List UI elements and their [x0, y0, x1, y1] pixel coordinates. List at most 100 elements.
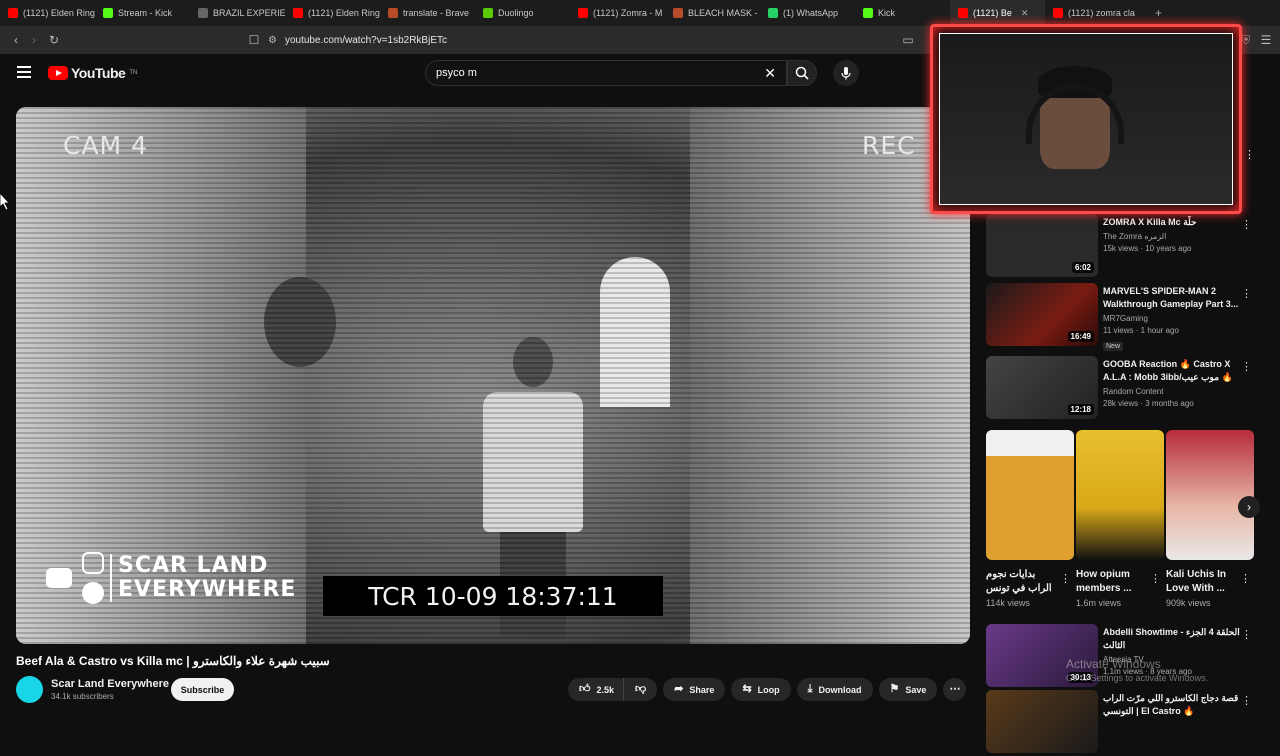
browser-tab[interactable]: (1121) Zomra - M: [570, 0, 665, 26]
browser-tab[interactable]: (1121) Elden Ring: [285, 0, 380, 26]
back-icon[interactable]: ‹: [6, 33, 26, 47]
download-button[interactable]: ⤓ Download: [796, 678, 873, 701]
recommendation-title[interactable]: GOOBA Reaction 🔥 Castro X A.L.A : Mobb 3…: [1103, 358, 1243, 384]
browser-tab[interactable]: (1121) Elden Ring: [0, 0, 95, 26]
share-button[interactable]: ➦ Share: [663, 678, 726, 701]
save-label: Save: [905, 684, 927, 695]
cast-icon[interactable]: ▭: [898, 33, 918, 47]
bookmark-icon[interactable]: ☐: [244, 33, 264, 47]
forward-icon[interactable]: ›: [24, 33, 44, 47]
recommendation-title[interactable]: Abdelli Showtime - الحلقة 4 الجزء الثالث: [1103, 626, 1243, 652]
more-vert-icon[interactable]: ⋮: [1060, 572, 1071, 585]
recommendation-thumbnail[interactable]: [986, 690, 1098, 753]
save-button[interactable]: ⚑ Save: [878, 678, 938, 701]
channel-name[interactable]: Scar Land Everywhere: [51, 678, 169, 690]
short-title[interactable]: Kali Uchis In Love With ...: [1166, 568, 1236, 596]
recommendation-views: 15k views · 10 years ago: [1103, 244, 1192, 253]
more-vert-icon[interactable]: ⋮: [1241, 628, 1252, 641]
youtube-logo[interactable]: YouTube TN: [48, 65, 137, 81]
recommendation-title[interactable]: قصة دجاج الكاسترو اللي مرّت الراب التونس…: [1103, 692, 1243, 718]
channel-avatar[interactable]: [16, 676, 43, 703]
tab-label: (1121) Elden Ring: [23, 8, 95, 18]
search-icon: [795, 66, 809, 80]
video-duration: 6:02: [1071, 262, 1094, 273]
recommendation-item[interactable]: قصة دجاج الكاسترو اللي مرّت الراب التونس…: [986, 690, 1266, 756]
recommendation-title[interactable]: MARVEL'S SPIDER-MAN 2 Walkthrough Gamepl…: [1103, 285, 1243, 311]
short-thumbnail[interactable]: [1166, 430, 1254, 560]
browser-tab[interactable]: Kick: [855, 0, 950, 26]
chevron-right-icon[interactable]: ›: [1238, 496, 1260, 518]
tab-label: (1121) Be: [973, 8, 1012, 18]
more-vert-icon[interactable]: ⋮: [1240, 572, 1251, 585]
thumbs-up-icon: 👍︎: [579, 683, 591, 695]
browser-tab[interactable]: (1) WhatsApp: [760, 0, 855, 26]
loop-button[interactable]: ⇆ Loop: [731, 678, 791, 701]
recommendation-item[interactable]: 16:49 MARVEL'S SPIDER-MAN 2 Walkthrough …: [986, 283, 1266, 351]
short-title[interactable]: بدايات نجوم الراب في تونس | الجزء: [986, 568, 1056, 596]
more-vert-icon[interactable]: ⋮: [1150, 572, 1161, 585]
more-actions-button[interactable]: ⋯: [943, 678, 967, 701]
reload-icon[interactable]: ↻: [44, 33, 64, 47]
browser-menu-icon[interactable]: ☰: [1256, 33, 1276, 47]
tab-favicon-icon: [388, 8, 398, 18]
short-item[interactable]: بدايات نجوم الراب في تونس | الجزء 114k v…: [986, 430, 1074, 608]
recommendation-thumbnail[interactable]: 12:18: [986, 356, 1098, 419]
more-vert-icon[interactable]: ⋮: [1241, 694, 1252, 707]
search-button[interactable]: [787, 60, 817, 86]
browser-tab[interactable]: (1121) zomra cla: [1045, 0, 1145, 26]
youtube-logo-text: YouTube: [71, 65, 126, 81]
browser-tab-strip: (1121) Elden Ring Stream - Kick BRAZIL EXP…: [0, 0, 1280, 26]
video-player[interactable]: CAM 4 REC SCAR LAND EVERYWHERE TCR 10-09…: [16, 107, 970, 644]
subscriber-count: 34.1k subscribers: [51, 692, 114, 701]
activation-subtitle: Go to Settings to activate Windows.: [1066, 673, 1209, 683]
short-title[interactable]: How opium members ...: [1076, 568, 1146, 596]
youtube-watermark-icon: [46, 568, 72, 588]
recommendation-title[interactable]: ZOMRA X Killa Mc حلّة: [1103, 216, 1243, 229]
browser-tab[interactable]: translate - Brave: [380, 0, 475, 26]
bookmark-add-icon: ⚑: [889, 683, 900, 695]
recommendation-channel: Random Content: [1103, 387, 1164, 396]
tab-favicon-icon: [578, 8, 588, 18]
short-item[interactable]: Kali Uchis In Love With ... 909k views ⋮: [1166, 430, 1254, 608]
more-vert-icon[interactable]: ⋮: [1244, 148, 1266, 161]
tab-label: Duolingo: [498, 8, 534, 18]
recommendation-channel: The Zomra الزمره: [1103, 232, 1167, 241]
browser-tab[interactable]: BLEACH MASK -: [665, 0, 760, 26]
dislike-button[interactable]: 👎︎: [623, 678, 658, 701]
recommendation-item[interactable]: 12:18 GOOBA Reaction 🔥 Castro X A.L.A : …: [986, 356, 1266, 422]
tab-favicon-icon: [1053, 8, 1063, 18]
browser-tab[interactable]: Stream - Kick: [95, 0, 190, 26]
like-button[interactable]: 👍︎ 2.5k: [568, 678, 624, 701]
browser-tab[interactable]: (1121) Be ✕: [950, 0, 1045, 26]
subscribe-button[interactable]: Subscribe: [171, 678, 234, 701]
tab-label: (1) WhatsApp: [783, 8, 839, 18]
voice-search-button[interactable]: [833, 60, 859, 86]
short-item[interactable]: How opium members ... 1.6m views ⋮: [1076, 430, 1164, 608]
site-info-icon[interactable]: ⚙: [268, 35, 277, 46]
channel-watermark: SCAR LAND EVERYWHERE: [46, 552, 296, 604]
short-thumbnail[interactable]: [1076, 430, 1164, 560]
more-vert-icon[interactable]: ⋮: [1241, 360, 1252, 373]
url-field[interactable]: ⚙ youtube.com/watch?v=1sb2RkBjETc: [268, 30, 918, 50]
tab-favicon-icon: [768, 8, 778, 18]
guide-menu-icon[interactable]: [17, 66, 31, 78]
video-owner: Scar Land Everywhere 34.1k subscribers: [16, 676, 169, 703]
recommendation-thumbnail[interactable]: 16:49: [986, 283, 1098, 346]
more-vert-icon[interactable]: ⋮: [1241, 218, 1252, 231]
clear-search-icon[interactable]: ✕: [764, 65, 776, 82]
recommendation-channel: MR7Gaming: [1103, 314, 1148, 323]
browser-tab[interactable]: BRAZIL EXPERIEN: [190, 0, 285, 26]
short-thumbnail[interactable]: [986, 430, 1074, 560]
more-vert-icon[interactable]: ⋮: [1241, 287, 1252, 300]
new-tab-button[interactable]: +: [1145, 6, 1172, 20]
youtube-play-icon: [48, 66, 68, 80]
download-icon: ⤓: [807, 683, 813, 695]
browser-tab[interactable]: Duolingo: [475, 0, 570, 26]
tab-label: Stream - Kick: [118, 8, 173, 18]
close-tab-icon[interactable]: ✕: [1021, 8, 1029, 19]
recommendation-item[interactable]: 6:02 ZOMRA X Killa Mc حلّة The Zomra الز…: [986, 214, 1266, 280]
thumbs-down-icon: 👎︎: [635, 683, 647, 695]
tab-favicon-icon: [958, 8, 968, 18]
search-input[interactable]: psyco m ✕: [425, 60, 787, 86]
recommendation-thumbnail[interactable]: 6:02: [986, 214, 1098, 277]
